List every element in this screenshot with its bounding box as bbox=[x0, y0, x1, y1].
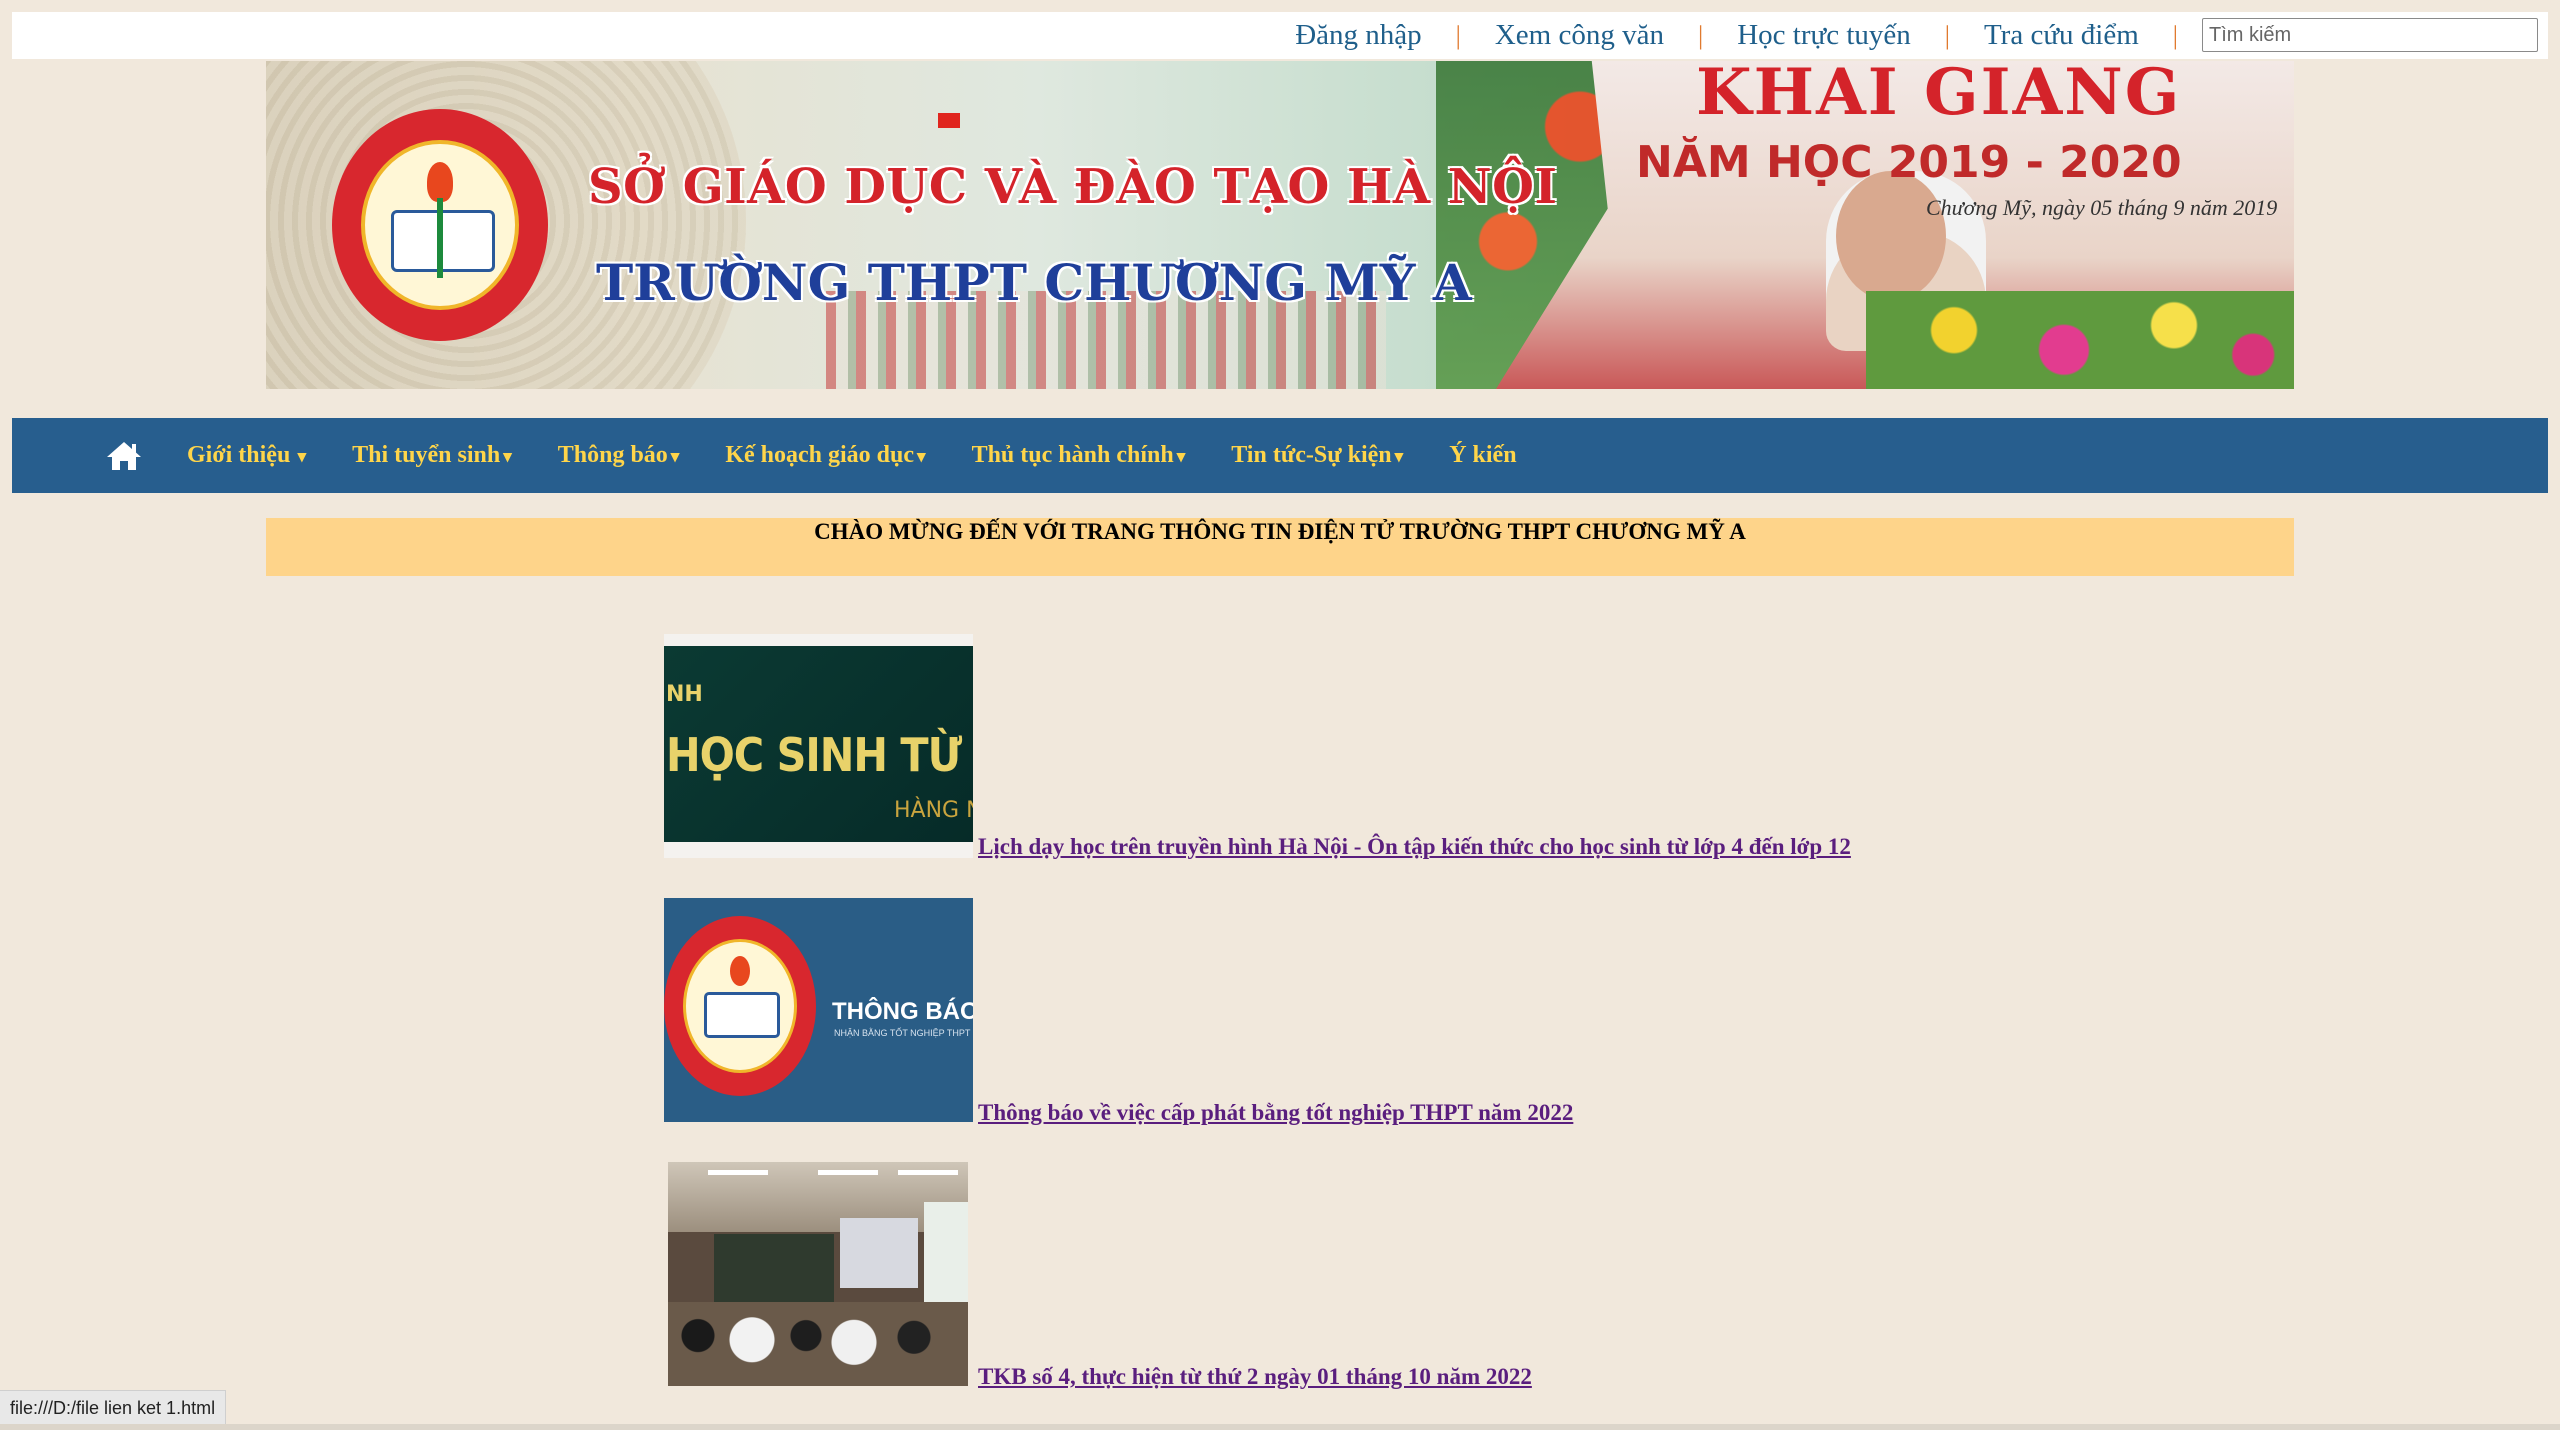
header-banner: SỞ GIÁO DỤC VÀ ĐÀO TẠO HÀ NỘI TRƯỜNG THP… bbox=[266, 61, 2294, 389]
nav-item-y-kien[interactable]: Ý kiến bbox=[1426, 442, 1539, 469]
nav-item-thu-tuc-hanh-chinh[interactable]: Thủ tục hành chính ▾ bbox=[949, 442, 1209, 469]
nav-item-thi-tuyen-sinh[interactable]: Thi tuyển sinh ▾ bbox=[329, 442, 535, 469]
chevron-down-icon: ▾ bbox=[293, 447, 307, 466]
chevron-down-icon: ▾ bbox=[1176, 447, 1186, 466]
news-thumbnail[interactable]: NH HỌC SINH TỪ LỚP HÀNG N bbox=[664, 634, 973, 858]
thumbnail-text: NHẬN BẰNG TỐT NGHIỆP THPT bbox=[834, 1028, 971, 1038]
nav-item-ke-hoach-giao-duc[interactable]: Kế hoạch giáo dục ▾ bbox=[702, 442, 948, 469]
separator: | bbox=[2172, 20, 2178, 50]
nav-item-thong-bao[interactable]: Thông báo ▾ bbox=[535, 442, 703, 469]
book-icon bbox=[704, 992, 780, 1038]
flame-icon bbox=[730, 956, 750, 986]
flame-icon bbox=[427, 162, 453, 202]
browser-status-bar: file:///D:/file lien ket 1.html bbox=[0, 1390, 227, 1426]
banner-school-title: TRƯỜNG THPT CHƯƠNG MỸ A bbox=[596, 253, 1472, 312]
podium-flowers bbox=[1866, 291, 2294, 389]
news-link[interactable]: Lịch dạy học trên truyền hình Hà Nội - Ô… bbox=[978, 834, 1851, 860]
news-item: TKB số 4, thực hiện từ thứ 2 ngày 01 thá… bbox=[664, 1162, 2064, 1392]
book-icon bbox=[391, 210, 495, 272]
thumbnail-text: HÀNG N bbox=[894, 798, 973, 823]
nav-item-gioi-thieu[interactable]: Giới thiệu ▾ bbox=[164, 442, 329, 469]
home-button[interactable] bbox=[94, 418, 154, 493]
thumbnail-text: NH bbox=[666, 682, 703, 707]
banner-department-title: SỞ GIÁO DỤC VÀ ĐÀO TẠO HÀ NỘI bbox=[588, 159, 1558, 215]
nav-item-tin-tuc-su-kien[interactable]: Tin tức-Sự kiện ▾ bbox=[1208, 442, 1426, 469]
main-nav: Giới thiệu ▾ Thi tuyển sinh ▾ Thông báo ▾ … bbox=[12, 418, 2548, 493]
banner-event-title: KHAI GIANG bbox=[1696, 61, 2182, 130]
news-link[interactable]: TKB số 4, thực hiện từ thứ 2 ngày 01 thá… bbox=[978, 1364, 1532, 1390]
flag-icon bbox=[938, 113, 960, 128]
news-link[interactable]: Thông báo về việc cấp phát bằng tốt nghi… bbox=[978, 1100, 1573, 1126]
chevron-down-icon: ▾ bbox=[917, 447, 926, 466]
login-link[interactable]: Đăng nhập bbox=[1261, 19, 1455, 52]
chevron-down-icon: ▾ bbox=[1394, 447, 1404, 466]
welcome-banner: CHÀO MỪNG ĐẾN VỚI TRANG THÔNG TIN ĐIỆN T… bbox=[266, 518, 2294, 576]
news-item: NH HỌC SINH TỪ LỚP HÀNG N Lịch dạy học t… bbox=[664, 634, 2064, 864]
news-thumbnail[interactable] bbox=[668, 1162, 968, 1386]
thumbnail-text: THÔNG BÁO bbox=[832, 998, 973, 1025]
top-links: Đăng nhập | Xem công văn | Học trực tuyế… bbox=[1261, 12, 2178, 59]
banner-event-year: NĂM HỌC 2019 - 2020 bbox=[1636, 137, 2182, 188]
home-icon bbox=[107, 441, 141, 470]
window-bottom-edge bbox=[0, 1424, 2560, 1430]
search-input[interactable] bbox=[2202, 18, 2538, 52]
news-item: THÔNG BÁO NHẬN BẰNG TỐT NGHIỆP THPT Thôn… bbox=[664, 898, 2064, 1128]
documents-link[interactable]: Xem công văn bbox=[1461, 19, 1698, 52]
banner-event-date: Chương Mỹ, ngày 05 tháng 9 năm 2019 bbox=[1926, 195, 2278, 220]
online-learning-link[interactable]: Học trực tuyến bbox=[1703, 19, 1945, 52]
welcome-text: CHÀO MỪNG ĐẾN VỚI TRANG THÔNG TIN ĐIỆN T… bbox=[814, 519, 1746, 544]
school-logo bbox=[332, 109, 548, 341]
thumbnail-text: HỌC SINH TỪ LỚP bbox=[666, 728, 973, 782]
score-lookup-link[interactable]: Tra cứu điểm bbox=[1950, 19, 2173, 52]
chevron-down-icon: ▾ bbox=[503, 447, 512, 466]
top-bar: Đăng nhập | Xem công văn | Học trực tuyế… bbox=[12, 12, 2548, 59]
school-logo bbox=[664, 916, 816, 1096]
news-thumbnail[interactable]: THÔNG BÁO NHẬN BẰNG TỐT NGHIỆP THPT bbox=[664, 898, 973, 1122]
chevron-down-icon: ▾ bbox=[670, 447, 680, 466]
speaker-head bbox=[1836, 171, 1946, 301]
